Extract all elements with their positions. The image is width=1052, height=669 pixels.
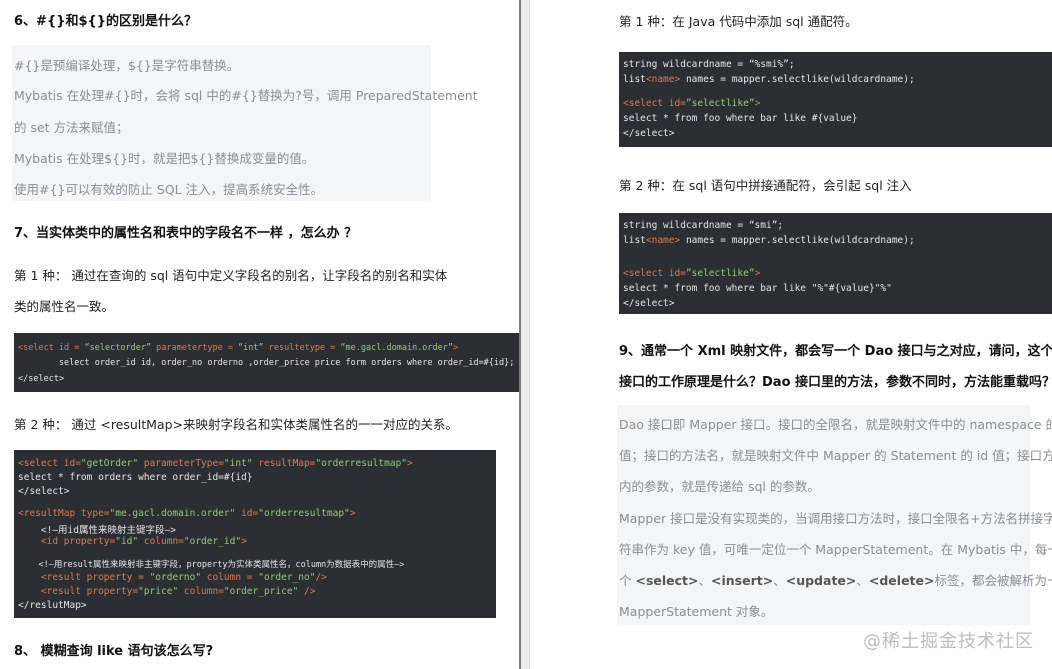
q9-note-line: 符串作为 key 值，可唯一定位一个 MapperStatement。在 Myb… xyxy=(619,542,1052,557)
q6-title: 6、#{}和${}的区别是什么？ xyxy=(14,14,198,29)
like-way2: 第 2 种：在 sql 语句中拼接通配符，会引起 sql 注入 xyxy=(619,178,912,193)
code-line: <resultMap type="me.gacl.domain.order" i… xyxy=(18,508,356,519)
code-line: <select id=”selectlike”> xyxy=(623,268,761,279)
q6-note-line: #{}是预编译处理，${}是字符串替换。 xyxy=(14,58,240,73)
q9-note-line: 值；接口的方法名，就是映射文件中 Mapper 的 Statement 的 id… xyxy=(619,448,1052,463)
code-line: </reslutMap> xyxy=(18,600,87,611)
code-line: string wildcardname = “%smi%”; xyxy=(623,59,795,70)
code-line: select * from foo where bar like "%"#{va… xyxy=(623,283,892,294)
code-line: </select> xyxy=(623,128,675,139)
page-divider xyxy=(519,0,530,669)
q7-way2: 第 2 种： 通过 <resultMap>来映射字段名和实体类属性名的一一对应的… xyxy=(14,417,459,432)
code-block-alias: <select id = “selectorder” parametertype… xyxy=(14,333,519,392)
code-block-wildcard-sql: string wildcardname = “smi”; list<name> … xyxy=(619,213,1052,314)
code-line: <result property="price" column="order_p… xyxy=(18,586,316,597)
q9-note-line: 个 <select>、<insert>、<update>、<delete>标签，… xyxy=(619,573,1052,588)
code-line: <!–用id属性来映射主键字段–> xyxy=(18,525,176,536)
code-line: select * from orders where order_id=#{id… xyxy=(18,472,253,483)
code-block-wildcard-java: string wildcardname = “%smi%”; list<name… xyxy=(619,52,1052,147)
q9-title-line2: 接口的工作原理是什么？Dao 接口里的方法，参数不同时，方法能重载吗？ xyxy=(619,375,1052,390)
like-way1: 第 1 种：在 Java 代码中添加 sql 通配符。 xyxy=(619,14,858,29)
q7-way1-line1: 第 1 种： 通过在查询的 sql 语句中定义字段名的别名，让字段名的别名和实体 xyxy=(14,268,448,283)
q9-note-line: 内的参数，就是传递给 sql 的参数。 xyxy=(619,479,820,494)
q8-title: 8、 模糊查询 like 语句该怎么写? xyxy=(14,644,214,659)
q9-title-line1: 9、通常一个 Xml 映射文件，都会写一个 Dao 接口与之对应，请问，这个 D… xyxy=(619,344,1052,359)
code-line: <select id="getOrder" parameterType="int… xyxy=(18,458,413,469)
q6-note-line: 的 set 方法来赋值； xyxy=(14,120,129,135)
code-line: <!–用result属性来映射非主键字段，property为实体类属性名，col… xyxy=(18,560,405,570)
left-page: 6、#{}和${}的区别是什么？ #{}是预编译处理，${}是字符串替换。 My… xyxy=(0,0,519,669)
q6-note-line: Mybatis 在处理#{}时，会将 sql 中的#{}替换为?号，调用 Pre… xyxy=(14,88,478,103)
code-block-resultmap: <select id="getOrder" parameterType="int… xyxy=(14,450,496,618)
code-line: select * from foo where bar like #{value… xyxy=(623,113,858,124)
watermark: @稀土掘金技术社区 xyxy=(863,631,1034,652)
code-line: string wildcardname = “smi”; xyxy=(623,220,784,231)
right-page: 第 1 种：在 Java 代码中添加 sql 通配符。 string wildc… xyxy=(530,0,1052,669)
code-line: </select> xyxy=(623,298,675,309)
code-line: </select> xyxy=(18,374,65,384)
q6-note-line: Mybatis 在处理${}时，就是把${}替换成变量的值。 xyxy=(14,151,315,166)
code-line: <select id=”selectlike”> xyxy=(623,98,761,109)
code-line: select order_id id, order_no orderno ,or… xyxy=(18,358,515,368)
q9-note-block: Dao 接口即 Mapper 接口。接口的全限名，就是映射文件中的 namesp… xyxy=(617,405,1052,625)
code-line: list<name> names = mapper.selectlike(wil… xyxy=(623,235,915,246)
q6-note-block: #{}是预编译处理，${}是字符串替换。 Mybatis 在处理#{}时，会将 … xyxy=(12,45,478,201)
q6-note-line: 使用#{}可以有效的防止 SQL 注入，提高系统安全性。 xyxy=(14,182,324,197)
q9-note-line: MapperStatement 对象。 xyxy=(619,604,774,619)
q7-title: 7、当实体类中的属性名和表中的字段名不一样 ，怎么办 ？ xyxy=(14,226,358,241)
code-line: </select> xyxy=(18,486,70,497)
q7-way1-line2: 类的属性名一致。 xyxy=(14,299,115,314)
code-line: list<name> names = mapper.selectlike(wil… xyxy=(623,74,915,85)
q9-note-line: Mapper 接口是没有实现类的，当调用接口方法时，接口全限名+方法名拼接字 xyxy=(619,511,1052,526)
code-line: <select id = “selectorder” parametertype… xyxy=(18,343,459,353)
q9-note-line: Dao 接口即 Mapper 接口。接口的全限名，就是映射文件中的 namesp… xyxy=(619,417,1052,432)
code-line: <result property = "orderno" column = "o… xyxy=(18,572,327,583)
code-line: <id property="id" column="order_id"> xyxy=(18,536,247,547)
